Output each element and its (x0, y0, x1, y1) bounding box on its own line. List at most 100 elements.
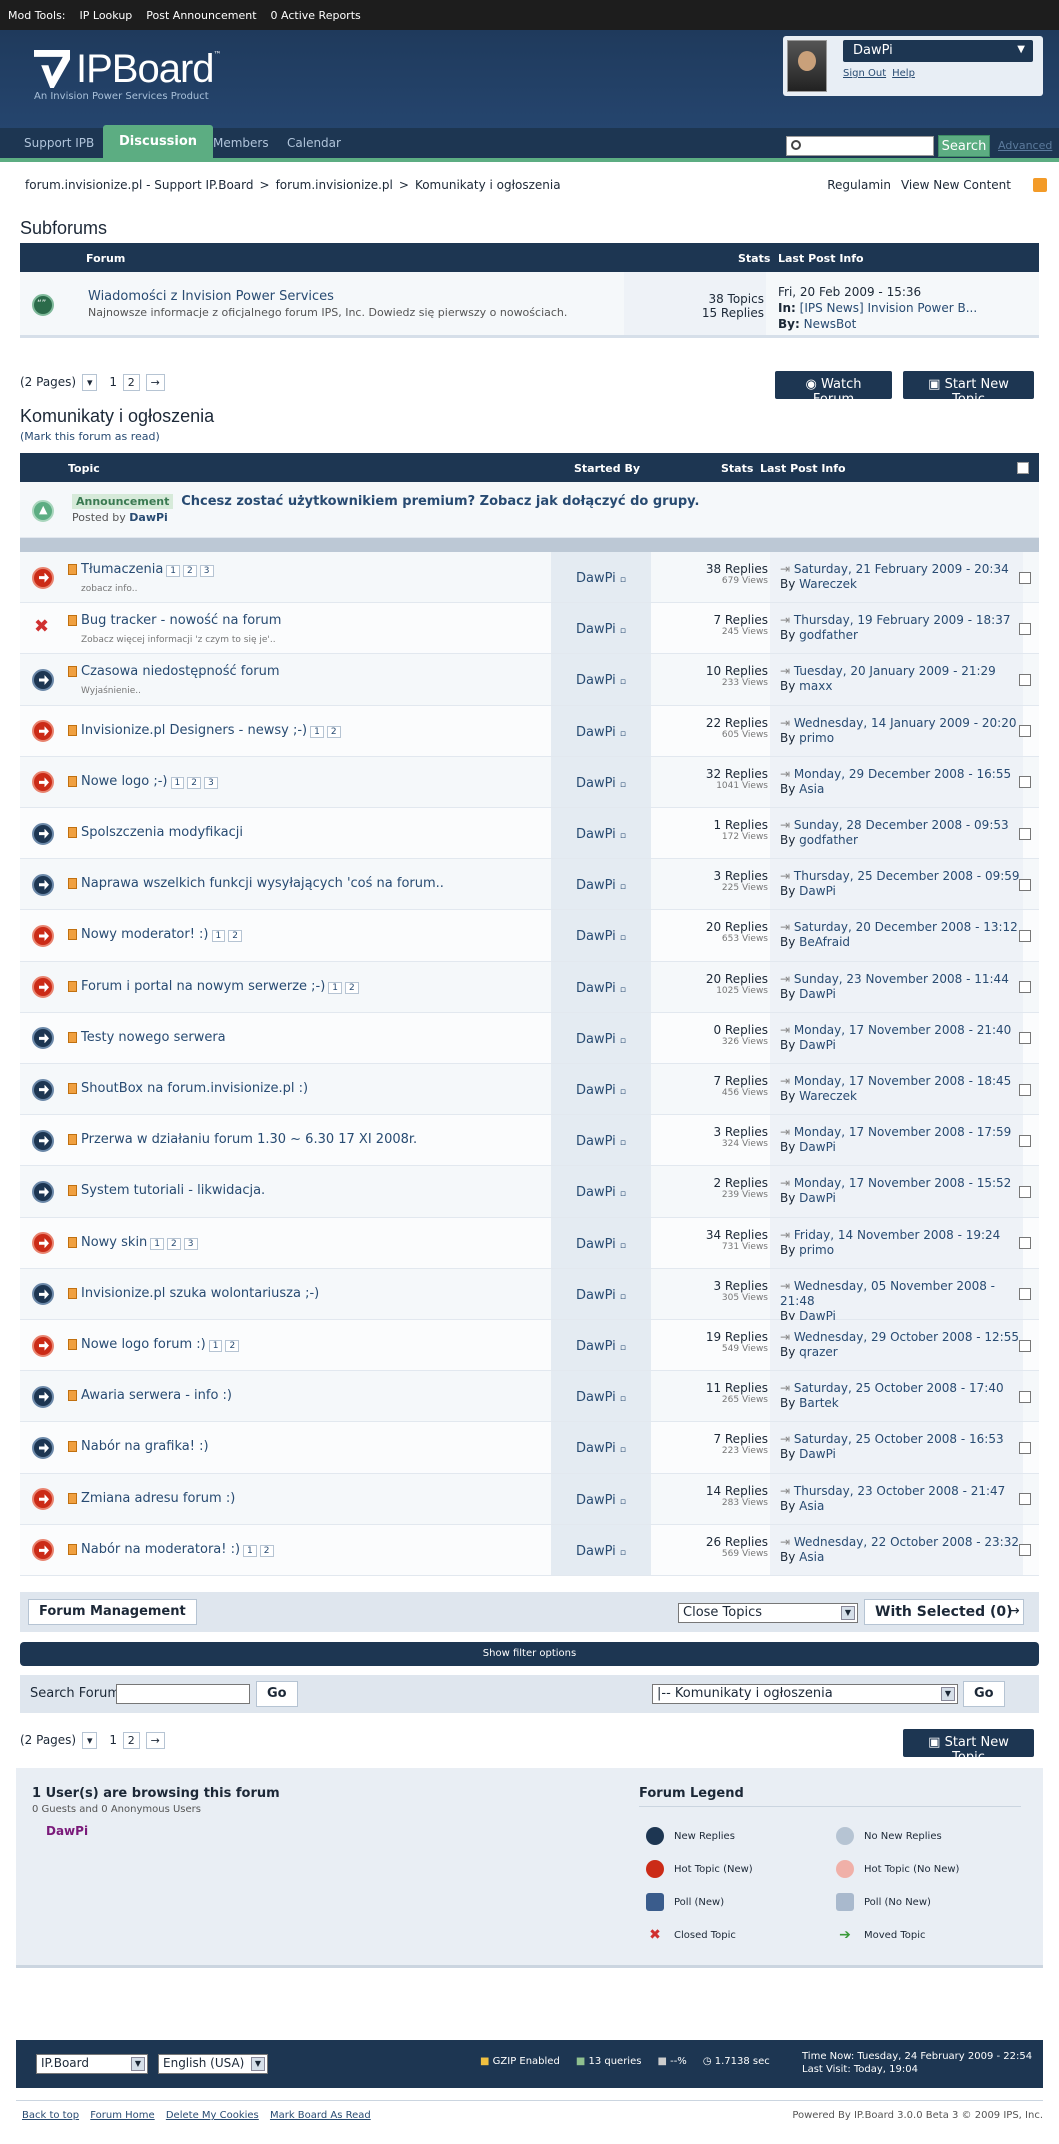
last-post-arrow-icon[interactable]: ⇥ (780, 1535, 790, 1549)
table-row[interactable]: Naprawa wszelkich funkcji wysyłających '… (20, 859, 1039, 911)
page-2[interactable]: 2 (122, 1732, 140, 1749)
table-row[interactable]: ShoutBox na forum.invisionize.pl :) DawPi… (20, 1064, 1039, 1116)
profile-card-icon[interactable]: ▫ (620, 1394, 626, 1404)
tab-calendar[interactable]: Calendar (287, 136, 341, 150)
topic-title[interactable]: Spolszczenia modyfikacji (81, 825, 243, 840)
tab-members[interactable]: Members (213, 136, 269, 150)
subforum-last-poster[interactable]: NewsBot (804, 317, 857, 331)
last-post-arrow-icon[interactable]: ⇥ (780, 1228, 790, 1242)
topic-preview-icon[interactable] (68, 1287, 77, 1299)
profile-card-icon[interactable]: ▫ (620, 575, 626, 585)
topic-title[interactable]: System tutoriali - likwidacja. (81, 1183, 265, 1198)
topic-page-link[interactable]: 1 (208, 1340, 223, 1352)
last-poster[interactable]: primo (799, 731, 834, 745)
topic-preview-icon[interactable] (68, 615, 77, 627)
topic-title[interactable]: Nowe logo ;-) (81, 774, 168, 789)
last-poster[interactable]: godfather (799, 628, 858, 642)
profile-card-icon[interactable]: ▫ (620, 729, 626, 739)
topic-preview-icon[interactable] (68, 775, 77, 787)
profile-card-icon[interactable]: ▫ (620, 1445, 626, 1455)
tab-support-ipb[interactable]: Support IPB (24, 136, 94, 150)
last-poster[interactable]: DawPi (799, 884, 836, 898)
breadcrumb-board[interactable]: forum.invisionize.pl (276, 178, 393, 192)
last-poster[interactable]: qrazer (799, 1345, 838, 1359)
last-post-date[interactable]: Sunday, 23 November 2008 - 11:44 (794, 972, 1009, 986)
topic-starter[interactable]: DawPi (576, 1134, 616, 1149)
topic-starter[interactable]: DawPi (576, 622, 616, 637)
topic-select-checkbox[interactable] (1019, 673, 1031, 686)
table-row[interactable]: Testy nowego serwera DawPi ▫ 0 Replies 326 … (20, 1012, 1039, 1064)
moderation-action-select[interactable]: Close Topics ▼ (678, 1603, 858, 1623)
profile-card-icon[interactable]: ▫ (620, 1087, 626, 1097)
page-1[interactable]: 1 (109, 1733, 117, 1747)
topic-select-checkbox[interactable] (1019, 1185, 1031, 1198)
topic-page-link[interactable]: 1 (150, 1237, 165, 1250)
topic-title[interactable]: Bug tracker - nowość na forum (81, 613, 281, 628)
last-poster[interactable]: maxx (799, 679, 832, 693)
topic-title[interactable]: Awaria serwera - info :) (81, 1388, 232, 1403)
avatar[interactable] (787, 40, 827, 92)
profile-card-icon[interactable]: ▫ (620, 1343, 626, 1353)
last-post-date[interactable]: Saturday, 21 February 2009 - 20:34 (794, 562, 1009, 576)
profile-card-icon[interactable]: ▫ (620, 831, 626, 841)
last-post-arrow-icon[interactable]: ⇥ (780, 716, 790, 730)
topic-starter[interactable]: DawPi (576, 725, 616, 740)
last-post-date[interactable]: Saturday, 20 December 2008 - 13:12 (794, 920, 1018, 934)
topic-select-checkbox[interactable] (1019, 776, 1031, 789)
table-row[interactable]: Spolszczenia modyfikacji DawPi ▫ 1 Replies… (20, 808, 1039, 860)
page-jump-dropdown[interactable]: ▾ (81, 374, 98, 391)
topic-page-link[interactable]: 1 (328, 981, 343, 994)
topic-page-link[interactable]: 3 (203, 776, 218, 789)
topic-preview-icon[interactable] (68, 1492, 77, 1504)
forum-home-link[interactable]: Forum Home (90, 2110, 154, 2121)
table-row[interactable]: Nabór na grafika! :) DawPi ▫ 7 Replies 223 … (20, 1422, 1039, 1474)
table-row[interactable]: Nowe logo forum :) 1 2 DawPi ▫ 19 Replies 549… (20, 1320, 1039, 1372)
moderation-go-icon[interactable]: → (1008, 1603, 1020, 1619)
topic-select-checkbox[interactable] (1019, 571, 1031, 584)
topic-preview-icon[interactable] (68, 1543, 77, 1555)
table-row[interactable]: Nabór na moderatora! :) 1 2 DawPi ▫ 26 Repli… (20, 1524, 1039, 1576)
table-row[interactable]: Tłumaczenia 1 2 3 zobacz info.. DawPi ▫ 38 Rep… (20, 552, 1039, 604)
profile-card-icon[interactable]: ▫ (620, 1036, 626, 1046)
regulamin-link[interactable]: Regulamin (827, 178, 891, 192)
search-button[interactable]: Search (938, 135, 990, 157)
last-post-arrow-icon[interactable]: ⇥ (780, 1125, 790, 1139)
topic-page-link[interactable]: 2 (167, 1237, 181, 1250)
topic-preview-icon[interactable] (68, 666, 77, 678)
table-row[interactable]: Invisionize.pl szuka wolontariusza ;-) Da… (20, 1268, 1039, 1323)
topic-page-link[interactable]: 2 (326, 725, 341, 738)
topic-select-checkbox[interactable] (1019, 622, 1031, 635)
browsing-user[interactable]: DawPi (46, 1824, 88, 1838)
help-link[interactable]: Help (892, 68, 915, 79)
topic-preview-icon[interactable] (68, 564, 77, 575)
last-post-arrow-icon[interactable]: ⇥ (780, 1074, 790, 1088)
last-post-arrow-icon[interactable]: ⇥ (780, 920, 790, 934)
user-menu-button[interactable]: DawPi ▼ (843, 40, 1033, 62)
last-poster[interactable]: DawPi (799, 1140, 836, 1154)
table-row[interactable]: Awaria serwera - info :) DawPi ▫ 11 Replie… (20, 1371, 1039, 1423)
last-poster[interactable]: DawPi (799, 1447, 836, 1461)
next-page-button[interactable]: → (145, 1732, 165, 1749)
last-post-date[interactable]: Thursday, 19 February 2009 - 18:37 (794, 613, 1011, 627)
last-poster[interactable]: godfather (799, 833, 858, 847)
profile-card-icon[interactable]: ▫ (620, 1548, 626, 1558)
last-post-arrow-icon[interactable]: ⇥ (780, 869, 790, 883)
profile-card-icon[interactable]: ▫ (620, 933, 626, 943)
table-row[interactable]: Przerwa w działaniu forum 1.30 ~ 6.30 17… (20, 1115, 1039, 1167)
table-row[interactable]: Bug tracker - nowość na forum Zobacz więc… (20, 603, 1039, 655)
watch-forum-button[interactable]: ◉ Watch Forum (775, 371, 892, 407)
last-post-date[interactable]: Saturday, 25 October 2008 - 17:40 (794, 1381, 1004, 1395)
last-post-arrow-icon[interactable]: ⇥ (780, 818, 790, 832)
last-post-date[interactable]: Monday, 17 November 2008 - 21:40 (794, 1023, 1011, 1037)
post-announcement-link[interactable]: Post Announcement (146, 9, 256, 22)
topic-preview-icon[interactable] (68, 1390, 77, 1402)
topic-title[interactable]: Forum i portal na nowym serwerze ;-) (81, 979, 325, 994)
profile-card-icon[interactable]: ▫ (620, 626, 626, 636)
tab-discussion[interactable]: Discussion (103, 125, 214, 158)
last-post-arrow-icon[interactable]: ⇥ (780, 1330, 790, 1344)
topic-starter[interactable]: DawPi (576, 776, 616, 791)
view-new-content-link[interactable]: View New Content (901, 178, 1011, 192)
topic-select-checkbox[interactable] (1019, 1237, 1031, 1250)
last-post-date[interactable]: Monday, 17 November 2008 - 17:59 (794, 1125, 1011, 1139)
profile-card-icon[interactable]: ▫ (620, 985, 626, 995)
